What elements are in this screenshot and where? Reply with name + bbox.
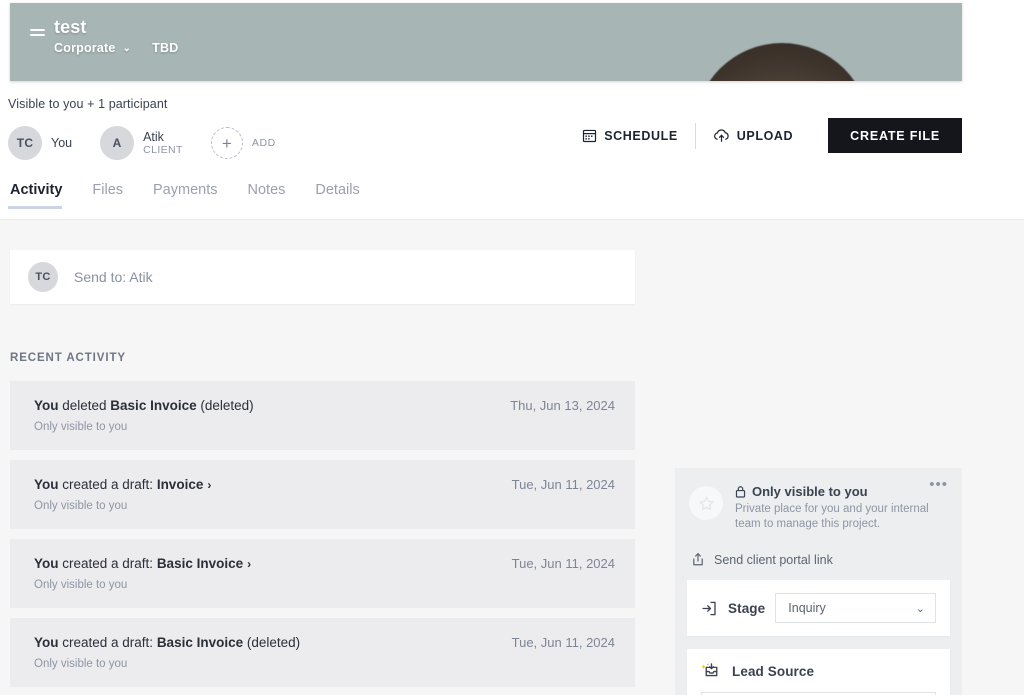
- private-panel-description: Private place for you and your internal …: [735, 503, 929, 530]
- avatar: A: [100, 126, 135, 160]
- project-title: test: [54, 17, 87, 37]
- chevron-down-icon: ⌄: [915, 602, 925, 615]
- calendar-icon: [582, 128, 597, 143]
- table-row[interactable]: You created a draft: Basic Invoice › Only…: [10, 539, 635, 608]
- star-icon: [689, 486, 723, 520]
- upload-label: UPLOAD: [736, 128, 794, 143]
- activity-visibility: Only visible to you: [34, 579, 128, 591]
- participants-list: TC You A Atik CLIENT + ADD: [8, 126, 304, 160]
- cloud-upload-icon: [713, 128, 730, 143]
- chevron-right-icon[interactable]: ›: [207, 478, 211, 492]
- activity-actor: You: [34, 556, 59, 571]
- lead-source-card: Lead Source Unknown ⌄: [687, 649, 950, 695]
- activity-visibility: Only visible to you: [34, 658, 128, 670]
- activity-text: You created a draft: Invoice ›: [34, 476, 211, 494]
- upload-button[interactable]: UPLOAD: [696, 120, 810, 152]
- participant-role: CLIENT: [143, 143, 183, 156]
- lead-source-label: Lead Source: [732, 663, 815, 679]
- activity-target: Basic Invoice: [156, 556, 244, 571]
- stage-select[interactable]: Inquiry ⌄: [775, 593, 936, 623]
- compose-input[interactable]: Send to: Atik: [74, 269, 153, 285]
- send-client-portal-link[interactable]: Send client portal link: [691, 552, 950, 567]
- tab-notes[interactable]: Notes: [248, 182, 300, 209]
- project-sidebar: Only visible to you Private place for yo…: [675, 468, 962, 695]
- hamburger-icon[interactable]: [30, 29, 45, 36]
- create-file-button[interactable]: CREATE FILE: [828, 118, 962, 153]
- activity-date: Tue, Jun 11, 2024: [511, 556, 615, 571]
- stage-arrow-icon: [701, 600, 718, 617]
- activity-target: Invoice: [156, 477, 204, 492]
- main-tabs: Activity Files Payments Notes Details: [8, 182, 390, 209]
- activity-action: created a draft:: [58, 556, 157, 571]
- plus-icon: +: [210, 127, 243, 159]
- activity-target: Basic Invoice: [156, 635, 244, 650]
- private-panel-title: Only visible to you: [752, 484, 868, 499]
- schedule-button[interactable]: SCHEDULE: [565, 120, 695, 152]
- tab-files[interactable]: Files: [92, 182, 137, 209]
- recent-activity-heading: RECENT ACTIVITY: [10, 352, 126, 364]
- banner-subtitle: Corporate ⌄ TBD: [54, 41, 178, 55]
- visibility-text: Visible to you + 1 participant: [8, 97, 168, 111]
- activity-date: Tue, Jun 11, 2024: [511, 635, 615, 650]
- activity-actor: You: [34, 635, 59, 650]
- activity-action: created a draft:: [58, 635, 157, 650]
- app-root: test Corporate ⌄ TBD Visible to you + 1 …: [0, 0, 1024, 695]
- activity-text: You created a draft: Basic Invoice ›: [34, 555, 251, 573]
- participant-client[interactable]: A Atik CLIENT: [100, 126, 183, 160]
- activity-suffix: (deleted): [243, 635, 301, 650]
- chevron-down-icon[interactable]: ⌄: [123, 43, 132, 54]
- lock-icon: [735, 485, 746, 498]
- activity-suffix: (deleted): [196, 398, 254, 413]
- avatar: TC: [8, 126, 42, 160]
- activity-text: You created a draft: Basic Invoice (dele…: [34, 634, 304, 652]
- add-participant-label: ADD: [251, 137, 276, 149]
- content-area: TC Send to: Atik RECENT ACTIVITY You del…: [0, 220, 1024, 695]
- add-participant-button[interactable]: + ADD: [210, 127, 276, 159]
- participant-name: You: [51, 136, 73, 150]
- activity-actor: You: [34, 477, 59, 492]
- activity-visibility: Only visible to you: [34, 500, 128, 512]
- stage-card: Stage Inquiry ⌄: [687, 580, 950, 636]
- avatar: TC: [28, 262, 58, 292]
- private-panel: Only visible to you Private place for yo…: [687, 477, 950, 532]
- project-category[interactable]: Corporate: [54, 41, 116, 55]
- activity-action: deleted: [58, 398, 111, 413]
- activity-date: Tue, Jun 11, 2024: [511, 477, 615, 492]
- stage-value: Inquiry: [788, 601, 826, 615]
- table-row[interactable]: You deleted Basic Invoice (deleted) Only…: [10, 381, 635, 450]
- table-row[interactable]: You created a draft: Basic Invoice (dele…: [10, 618, 635, 687]
- tab-payments[interactable]: Payments: [153, 182, 231, 209]
- project-date-tbd[interactable]: TBD: [152, 41, 178, 55]
- activity-target: Basic Invoice: [110, 398, 197, 413]
- chevron-right-icon[interactable]: ›: [247, 557, 251, 571]
- send-client-portal-label: Send client portal link: [714, 552, 833, 567]
- project-banner: test Corporate ⌄ TBD: [10, 3, 962, 81]
- participant-name: Atik: [143, 129, 164, 144]
- banner-photo: [694, 43, 870, 81]
- compose-box[interactable]: TC Send to: Atik: [10, 250, 635, 304]
- banner-content: test Corporate ⌄ TBD: [30, 17, 178, 55]
- private-panel-title-row: Only visible to you: [735, 484, 946, 499]
- activity-visibility: Only visible to you: [34, 421, 128, 433]
- more-options-icon[interactable]: •••: [929, 477, 948, 492]
- activity-date: Thu, Jun 13, 2024: [510, 398, 615, 413]
- schedule-label: SCHEDULE: [604, 128, 678, 143]
- lead-source-icon: [701, 662, 722, 680]
- activity-text: You deleted Basic Invoice (deleted): [34, 397, 258, 415]
- stage-label: Stage: [728, 600, 766, 616]
- participant-you[interactable]: TC You: [8, 126, 72, 160]
- share-upload-icon: [691, 552, 705, 567]
- table-row[interactable]: You created a draft: Invoice › Only visib…: [10, 460, 635, 529]
- activity-action: created a draft:: [58, 477, 157, 492]
- tab-details[interactable]: Details: [315, 182, 373, 209]
- activity-list: You deleted Basic Invoice (deleted) Only…: [10, 381, 635, 695]
- header-actions: SCHEDULE UPLOAD CREATE FILE: [565, 118, 962, 153]
- activity-actor: You: [34, 398, 59, 413]
- tab-activity[interactable]: Activity: [8, 182, 76, 209]
